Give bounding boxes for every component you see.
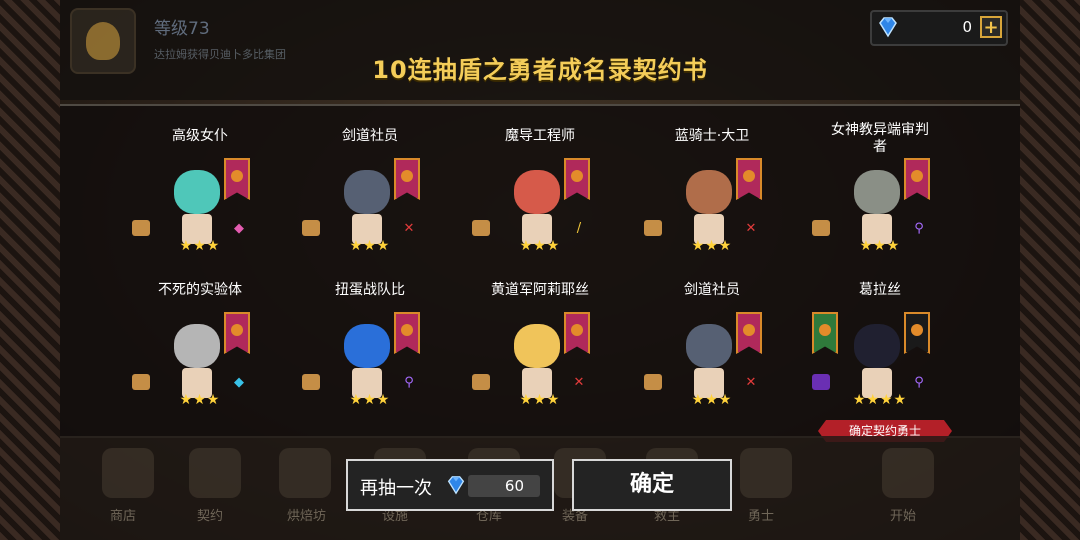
hero-card[interactable]: 扭蛋战队比 ⚲ ★★★ — [290, 282, 450, 432]
weapon-type-icon: ✕ — [745, 221, 757, 236]
draw-cost: 60 — [504, 477, 524, 495]
confirm-button[interactable]: 确定 — [572, 459, 732, 511]
scroll-icon — [812, 220, 830, 236]
scroll-icon — [472, 220, 490, 236]
class-banner-icon — [736, 312, 762, 354]
hero-card[interactable]: 剑道社员 ✕ ★★★ — [632, 282, 792, 432]
gem-icon — [879, 17, 897, 38]
star-rating: ★★★ — [349, 238, 391, 254]
star-rating: ★★★ — [691, 392, 733, 408]
class-banner-icon — [736, 158, 762, 200]
hero-card[interactable]: 不死的实验体 ◆ ★★★ — [120, 282, 280, 432]
hero-name: 高级女仆 — [172, 128, 228, 144]
nav-icon — [740, 448, 792, 498]
nav-icon — [279, 448, 331, 498]
hero-card[interactable]: 高级女仆 ◆ ★★★ — [120, 128, 280, 278]
hero-name: 女神教异端审判者 — [831, 122, 929, 155]
star-rating: ★★★ — [519, 392, 561, 408]
weapon-type-icon: ✕ — [745, 375, 757, 390]
gem-icon — [447, 476, 465, 495]
hero-card[interactable]: 蓝骑士·大卫 ✕ ★★★ — [632, 128, 792, 278]
hero-card[interactable]: 魔导工程师 / ★★★ — [460, 128, 620, 278]
hero-name: 扭蛋战队比 — [335, 282, 405, 298]
weapon-type-icon: ◆ — [234, 221, 244, 236]
class-banner-icon — [224, 158, 250, 200]
nav-item-label[interactable]: 开始 — [890, 505, 916, 524]
weapon-type-icon: ⚲ — [914, 221, 924, 236]
scroll-icon — [302, 374, 320, 390]
hero-name: 蓝骑士·大卫 — [674, 128, 750, 144]
gem-count: 0 — [962, 18, 972, 36]
weapon-type-icon: ✕ — [403, 221, 415, 236]
hero-name: 不死的实验体 — [158, 282, 242, 298]
star-rating: ★★★ — [179, 238, 221, 254]
nav-icon — [102, 448, 154, 498]
nav-item-label[interactable]: 烘焙坊 — [287, 505, 326, 524]
class-banner-icon — [394, 158, 420, 200]
star-rating: ★★★ — [349, 392, 391, 408]
weapon-type-icon: / — [576, 221, 582, 236]
nav-icon — [189, 448, 241, 498]
class-banner-icon — [812, 312, 838, 354]
draw-again-button[interactable]: 再抽一次 60 — [346, 459, 554, 511]
gem-counter: 0 + — [870, 10, 1008, 46]
player-level: 等级73 — [154, 19, 210, 39]
hero-card[interactable]: 女神教异端审判者 ⚲ ★★★ — [800, 122, 960, 278]
weapon-type-icon: ⚲ — [914, 375, 924, 390]
hero-card[interactable]: 葛拉丝 ⚲ ★★★★ — [800, 282, 960, 432]
draw-again-label: 再抽一次 — [360, 478, 432, 499]
hero-name: 黄道军阿莉耶丝 — [491, 282, 589, 298]
weapon-type-icon: ◆ — [234, 375, 244, 390]
star-rating: ★★★ — [179, 392, 221, 408]
weapon-type-icon: ✕ — [573, 375, 585, 390]
class-banner-icon — [904, 158, 930, 200]
nav-icon — [882, 448, 934, 498]
scroll-icon — [132, 374, 150, 390]
hero-name: 葛拉丝 — [859, 282, 901, 298]
star-rating: ★★★★ — [852, 392, 908, 408]
hero-card[interactable]: 黄道军阿莉耶丝 ✕ ★★★ — [460, 282, 620, 432]
add-gems-button[interactable]: + — [980, 16, 1002, 38]
class-banner-icon — [224, 312, 250, 354]
scroll-icon — [472, 374, 490, 390]
class-banner-icon — [564, 158, 590, 200]
nav-item-label[interactable]: 契约 — [197, 505, 223, 524]
nav-item-label[interactable]: 商店 — [110, 505, 136, 524]
draw-cost-box: 60 — [468, 475, 540, 497]
scroll-icon — [812, 374, 830, 390]
scroll-icon — [644, 220, 662, 236]
scroll-icon — [132, 220, 150, 236]
star-rating: ★★★ — [859, 238, 901, 254]
hero-card[interactable]: 剑道社员 ✕ ★★★ — [290, 128, 450, 278]
hero-name: 魔导工程师 — [505, 128, 575, 144]
class-banner-icon — [904, 312, 930, 354]
class-banner-icon — [564, 312, 590, 354]
scroll-icon — [302, 220, 320, 236]
weapon-type-icon: ⚲ — [404, 375, 414, 390]
scroll-icon — [644, 374, 662, 390]
hero-name: 剑道社员 — [342, 128, 398, 144]
hero-name: 剑道社员 — [684, 282, 740, 298]
class-banner-icon — [394, 312, 420, 354]
star-rating: ★★★ — [691, 238, 733, 254]
nav-item-label[interactable]: 勇士 — [748, 505, 774, 524]
star-rating: ★★★ — [519, 238, 561, 254]
page-title: 10连抽盾之勇者成名录契约书 — [372, 56, 708, 84]
